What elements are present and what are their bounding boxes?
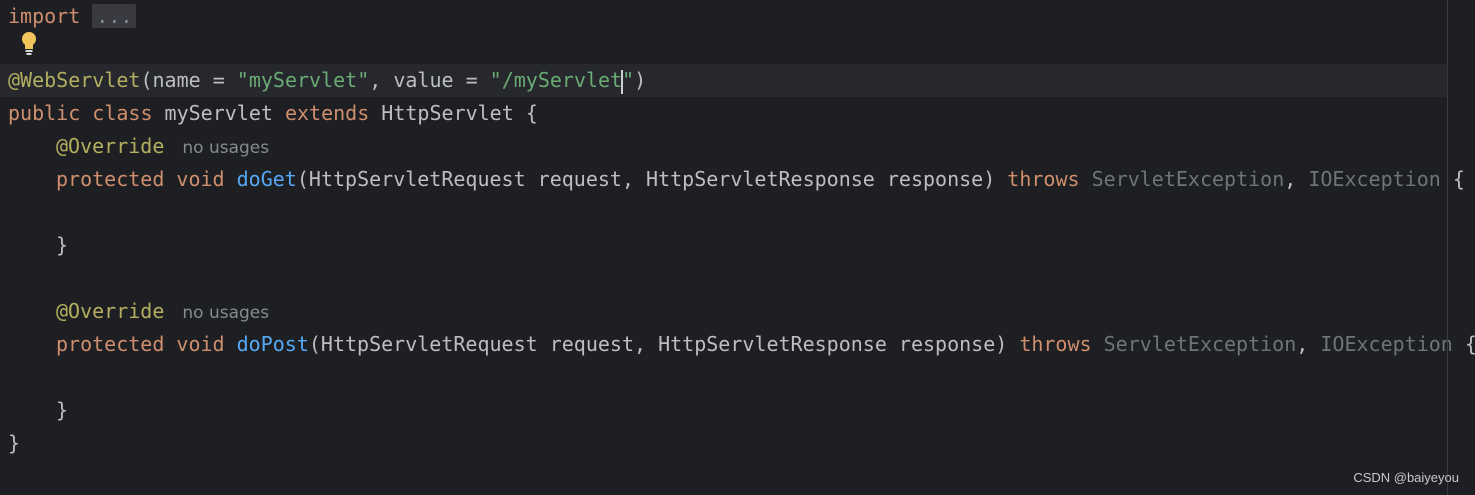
- value-string-part1: "/myServlet: [489, 68, 623, 92]
- method-params: (HttpServletRequest request, HttpServlet…: [296, 167, 1008, 191]
- code-editor[interactable]: import ... @WebServlet(name = "myServlet…: [0, 0, 1475, 495]
- exception-servlet: ServletException: [1103, 332, 1297, 356]
- class-name: myServlet: [152, 101, 285, 125]
- close-brace: }: [56, 398, 69, 422]
- comma: ,: [1284, 167, 1309, 191]
- code-line-dopost[interactable]: protected void doPost(HttpServletRequest…: [0, 328, 1475, 361]
- public-keyword: public: [8, 101, 81, 125]
- exception-io: IOException: [1320, 332, 1453, 356]
- code-line-doget[interactable]: protected void doGet(HttpServletRequest …: [0, 163, 1465, 196]
- code-line-webservlet[interactable]: @WebServlet(name = "myServlet", value = …: [0, 64, 1447, 97]
- method-name-dopost: doPost: [236, 332, 309, 356]
- method-name-doget: doGet: [236, 167, 297, 191]
- void-keyword: void: [176, 332, 225, 356]
- throws-keyword: throws: [1007, 167, 1080, 191]
- open-brace: {: [1440, 167, 1465, 191]
- usages-hint[interactable]: no usages: [182, 303, 269, 323]
- override-annotation: @Override: [56, 299, 165, 323]
- annotation-value-param: , value =: [369, 68, 490, 92]
- watermark: CSDN @baiyeyou: [1353, 470, 1459, 485]
- override-annotation: @Override: [56, 134, 165, 158]
- webservlet-annotation: @WebServlet: [8, 68, 141, 92]
- code-line-override-2[interactable]: @Override no usages: [0, 295, 1447, 328]
- code-line-override-1[interactable]: @Override no usages: [0, 130, 1447, 163]
- code-line-doget-close[interactable]: }: [0, 229, 1447, 262]
- code-line-class-decl[interactable]: public class myServlet extends HttpServl…: [0, 97, 1447, 130]
- name-string: "myServlet": [236, 68, 370, 92]
- import-fold-toggle[interactable]: ...: [92, 4, 137, 28]
- code-line-dopost-close[interactable]: }: [0, 394, 1447, 427]
- comma: ,: [1296, 332, 1321, 356]
- extends-keyword: extends: [284, 101, 370, 125]
- code-line-class-close[interactable]: }: [0, 427, 1447, 460]
- lightbulb-icon[interactable]: [18, 30, 40, 56]
- class-keyword: class: [92, 101, 153, 125]
- value-string-part2: ": [622, 68, 635, 92]
- open-brace: {: [1452, 332, 1475, 356]
- void-keyword: void: [176, 167, 225, 191]
- superclass-name: HttpServlet {: [369, 101, 538, 125]
- throws-keyword: throws: [1019, 332, 1092, 356]
- protected-keyword: protected: [56, 167, 165, 191]
- exception-servlet: ServletException: [1091, 167, 1285, 191]
- usages-hint[interactable]: no usages: [182, 138, 269, 158]
- import-keyword: import: [8, 4, 81, 28]
- close-brace: }: [8, 431, 21, 455]
- annotation-name-param: (name =: [140, 68, 237, 92]
- annotation-close-paren: ): [634, 68, 647, 92]
- protected-keyword: protected: [56, 332, 165, 356]
- method-params: (HttpServletRequest request, HttpServlet…: [308, 332, 1020, 356]
- exception-io: IOException: [1308, 167, 1441, 191]
- code-line-import[interactable]: import ...: [0, 0, 1447, 33]
- close-brace: }: [56, 233, 69, 257]
- right-margin-guide: [1447, 0, 1448, 495]
